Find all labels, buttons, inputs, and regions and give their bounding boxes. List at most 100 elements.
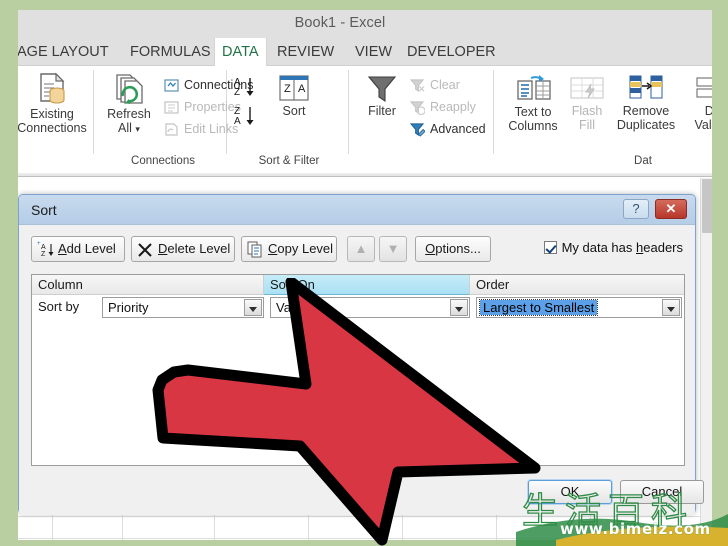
help-button[interactable]: ? [623,199,649,219]
data-validation-button[interactable]: Data Validatio [682,72,712,132]
sort-ascending-icon: A Z [234,77,254,98]
dialog-body: + A Z Add Level Delete Level Copy Level [19,226,704,515]
flash-fill-label-1: Flash [571,104,603,118]
checkbox-box[interactable] [543,241,557,254]
reapply-icon [409,101,426,116]
column-header-column: Column [32,275,264,295]
delete-level-button[interactable]: Delete Level [131,236,235,262]
order-combo[interactable]: Largest to Smallest [476,297,682,318]
dialog-title: Sort [31,202,57,218]
column-header-order: Order [476,277,510,292]
existing-connections-button[interactable]: Existing Connections [18,72,98,135]
sort-descending-button[interactable]: Z A [234,104,260,132]
sort-icon: Z A [279,75,309,101]
data-validation-label-2: Validatio [694,117,712,132]
svg-text:Z: Z [234,87,240,98]
clear-filter-button: Clear [409,78,460,93]
sort-ascending-button[interactable]: A Z [234,75,260,103]
chevron-down-icon[interactable] [244,299,262,316]
tab-review[interactable]: REVIEW [270,38,341,66]
filter-label: Filter [368,104,396,118]
refresh-all-button[interactable]: Refresh All ▾ [100,72,158,136]
svg-text:Z: Z [284,83,291,95]
refresh-all-label-1: Refresh [107,107,151,121]
my-data-has-headers-label: My data has headers [561,240,683,255]
remove-duplicates-label-2: Duplicates [616,117,676,132]
sort-button[interactable]: Z A Sort [268,72,320,119]
remove-duplicates-button[interactable]: Remove Duplicates [610,72,682,132]
tab-page-layout[interactable]: AGE LAYOUT [18,38,116,66]
ribbon-tab-strip: AGE LAYOUT FORMULAS DATA REVIEW VIEW DEV… [18,38,712,67]
title-bar: Book1 - Excel [18,10,712,38]
move-up-button[interactable]: ▲ [347,236,375,262]
excel-window: Book1 - Excel AGE LAYOUT FORMULAS DATA R… [18,10,712,540]
remove-duplicates-icon [629,75,663,99]
group-label-connections: Connections [131,155,195,167]
sort-on-combo-value: Value [276,300,309,315]
dialog-title-bar: Sort ? ✕ [19,195,695,225]
ribbon-separator [348,70,349,154]
sort-dialog: Sort ? ✕ + A Z Add Level Delete Level Co… [18,194,704,515]
ribbon-separator [493,70,494,154]
sort-by-label: Sort by [38,299,80,314]
filter-funnel-icon [367,76,397,103]
close-button[interactable]: ✕ [655,199,687,219]
sort-criteria-list: Column Sort On Order Sort by Priority Va… [31,274,685,466]
ribbon-body: Existing Connections Refresh All ▾ Conne… [18,66,712,174]
column-combo[interactable]: Priority [102,297,264,318]
sort-descending-icon: Z A [234,106,254,127]
options-button[interactable]: Options... [415,236,491,262]
add-level-button[interactable]: + A Z Add Level [31,236,125,262]
flash-fill-icon [570,77,604,99]
my-data-has-headers-checkbox[interactable]: My data has headers [543,240,683,255]
existing-connections-icon [40,72,65,104]
text-to-columns-label-2: Columns [508,118,558,133]
text-to-columns-label-1: Text to [514,105,552,119]
tab-view[interactable]: VIEW [348,38,399,66]
ribbon-shadow [18,173,712,177]
group-label-sort-filter: Sort & Filter [258,155,320,167]
properties-icon [164,101,179,114]
refresh-all-label-2: All ▾ [118,120,140,135]
ok-button[interactable]: OK [528,480,612,504]
svg-text:Z: Z [41,251,46,258]
svg-text:A: A [41,244,46,251]
copy-level-icon [247,241,262,258]
move-down-button[interactable]: ▼ [379,236,407,262]
data-validation-label-1: Data [704,104,712,118]
filter-button[interactable]: Filter [356,72,408,119]
edit-links-button: Edit Links [164,122,238,137]
remove-duplicates-label-1: Remove [622,104,670,118]
flash-fill-label-2: Fill [579,117,595,132]
text-to-columns-icon [517,75,551,100]
column-header-sort-on: Sort On [264,275,470,295]
svg-text:A: A [298,83,306,95]
clear-icon [409,79,425,93]
reapply-filter-button: Reapply [409,100,476,116]
refresh-all-icon [116,74,143,104]
edit-links-icon [165,123,178,136]
existing-connections-label-2: Connections [18,120,87,135]
column-combo-value: Priority [108,300,149,315]
text-to-columns-button[interactable]: Text to Columns [502,72,564,133]
criteria-column-headers: Column Sort On Order [32,275,684,295]
properties-button: Properties [164,100,241,115]
tab-data[interactable]: DATA [214,38,267,67]
sort-label: Sort [282,104,306,118]
sort-on-combo[interactable]: Value [270,297,470,318]
chevron-down-icon[interactable] [450,299,468,316]
scrollbar-thumb[interactable] [702,179,712,233]
group-label-data: Dat [634,155,652,167]
flash-fill-button: Flash Fill [564,72,610,132]
advanced-filter-button[interactable]: Advanced [409,122,486,137]
window-title: Book1 - Excel [294,15,386,31]
add-level-icon: + A Z [37,241,54,258]
cancel-button[interactable]: Cancel [620,480,704,504]
tab-developer[interactable]: DEVELOPER [400,38,503,66]
connections-icon [164,79,179,92]
chevron-down-icon[interactable] [662,299,680,316]
existing-connections-label-1: Existing [30,107,74,121]
tab-formulas[interactable]: FORMULAS [123,38,218,66]
delete-level-icon [138,243,152,257]
copy-level-button[interactable]: Copy Level [241,236,337,262]
